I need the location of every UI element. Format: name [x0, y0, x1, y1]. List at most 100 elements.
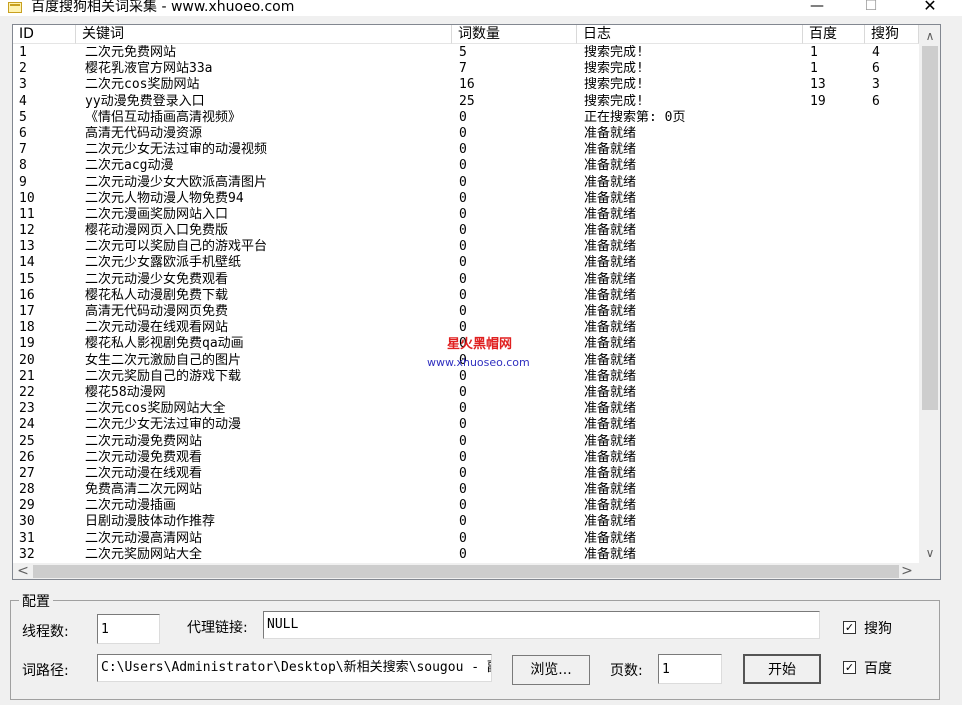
cell-keyword: 《情侣互动插画高清视频》	[85, 109, 242, 125]
cell-keyword: 二次元动漫高清网站	[85, 530, 203, 546]
cell-id: 11	[19, 206, 35, 222]
cell-baidu	[810, 126, 866, 142]
cell-id: 8	[19, 158, 27, 174]
table-row[interactable]: 4 yy动漫免费登录入口 25 搜索完成! 19 6	[13, 94, 919, 110]
column-header-id[interactable]: ID	[13, 25, 76, 44]
close-button[interactable]: ✕	[910, 0, 950, 16]
table-row[interactable]: 3 二次元cos奖励网站 16 搜索完成! 13 3	[13, 77, 919, 93]
table-row[interactable]: 16 樱花私人动漫剧免费下载 0 准备就绪	[13, 288, 919, 304]
table-row[interactable]: 21 二次元奖励自己的游戏下载 0 准备就绪	[13, 369, 919, 385]
list-rows: 1 二次元免费网站 5 搜索完成! 1 4 2 樱花乳液官方网站33a 7 搜索完成! 1 6 3 二次元…	[13, 45, 919, 563]
column-header-count[interactable]: 词数量	[452, 25, 577, 44]
cell-keyword: 樱花乳液官方网站33a	[85, 61, 213, 77]
cell-keyword: 高清无代码动漫资源	[85, 125, 203, 141]
cell-count: 0	[459, 465, 467, 481]
cell-count: 0	[459, 514, 467, 530]
cell-sogou: 6	[872, 93, 880, 109]
scroll-left-icon[interactable]: <	[13, 563, 33, 579]
cell-log: 准备就绪	[584, 482, 637, 498]
browse-button[interactable]: 浏览...	[512, 655, 590, 685]
table-row[interactable]: 25 二次元动漫免费网站 0 准备就绪	[13, 434, 919, 450]
cell-count: 0	[459, 368, 467, 384]
table-row[interactable]: 23 二次元cos奖励网站大全 0 准备就绪	[13, 401, 919, 417]
sogou-checkbox[interactable]: ✓	[843, 621, 856, 634]
vertical-scrollbar[interactable]: ∧ ∨	[919, 25, 940, 563]
vertical-scroll-thumb[interactable]	[922, 46, 938, 410]
table-row[interactable]: 2 樱花乳液官方网站33a 7 搜索完成! 1 6	[13, 61, 919, 77]
cell-log: 准备就绪	[584, 514, 637, 530]
sogou-label: 搜狗	[864, 621, 892, 637]
table-row[interactable]: 6 高清无代码动漫资源 0 准备就绪	[13, 126, 919, 142]
scroll-right-icon[interactable]: >	[897, 563, 917, 579]
cell-count: 0	[459, 530, 467, 546]
table-row[interactable]: 30 日剧动漫肢体动作推荐 0 准备就绪	[13, 514, 919, 530]
cell-log: 搜索完成!	[584, 93, 644, 109]
path-input[interactable]: C:\Users\Administrator\Desktop\新相关搜索\sou…	[97, 654, 492, 682]
cell-id: 14	[19, 255, 35, 271]
pages-input[interactable]: 1	[658, 654, 722, 684]
cell-baidu	[810, 466, 866, 482]
table-row[interactable]: 24 二次元少女无法过审的动漫 0 准备就绪	[13, 417, 919, 433]
cell-id: 30	[19, 514, 35, 530]
table-row[interactable]: 11 二次元漫画奖励网站入口 0 准备就绪	[13, 207, 919, 223]
cell-baidu	[810, 401, 866, 417]
cell-id: 1	[19, 45, 27, 60]
table-row[interactable]: 8 二次元acg动漫 0 准备就绪	[13, 158, 919, 174]
table-row[interactable]: 9 二次元动漫少女大欧派高清图片 0 准备就绪	[13, 175, 919, 191]
cell-baidu	[810, 482, 866, 498]
cell-baidu	[810, 320, 866, 336]
list-header: ID 关键词 词数量 日志 百度 搜狗	[13, 25, 919, 44]
proxy-input[interactable]: NULL	[263, 611, 820, 639]
cell-keyword: 樱花私人动漫剧免费下载	[85, 287, 229, 303]
table-row[interactable]: 15 二次元动漫少女免费观看 0 准备就绪	[13, 272, 919, 288]
horizontal-scroll-thumb[interactable]	[33, 565, 899, 578]
cell-log: 准备就绪	[584, 239, 637, 255]
table-row[interactable]: 31 二次元动漫高清网站 0 准备就绪	[13, 531, 919, 547]
cell-id: 26	[19, 449, 35, 465]
horizontal-scrollbar[interactable]: < >	[13, 563, 940, 579]
cell-sogou	[872, 272, 918, 288]
table-row[interactable]: 5 《情侣互动插画高清视频》 0 正在搜索第: 0页	[13, 110, 919, 126]
table-row[interactable]: 27 二次元动漫在线观看 0 准备就绪	[13, 466, 919, 482]
table-row[interactable]: 29 二次元动漫插画 0 准备就绪	[13, 498, 919, 514]
cell-log: 准备就绪	[584, 206, 637, 222]
cell-id: 18	[19, 320, 35, 336]
column-header-sogou[interactable]: 搜狗	[865, 25, 919, 44]
scroll-down-icon[interactable]: ∨	[919, 543, 940, 563]
cell-sogou	[872, 514, 918, 530]
minimize-button[interactable]: —	[797, 0, 837, 16]
cell-log: 搜索完成!	[584, 61, 644, 77]
table-row[interactable]: 32 二次元奖励网站大全 0 准备就绪	[13, 547, 919, 563]
cell-sogou	[872, 191, 918, 207]
table-row[interactable]: 26 二次元动漫免费观看 0 准备就绪	[13, 450, 919, 466]
column-header-log[interactable]: 日志	[577, 25, 803, 44]
cell-log: 准备就绪	[584, 174, 637, 190]
cell-keyword: 二次元免费网站	[85, 45, 177, 60]
maximize-button[interactable]: ☐	[851, 0, 891, 16]
column-header-keyword[interactable]: 关键词	[76, 25, 452, 44]
table-row[interactable]: 28 免费高清二次元网站 0 准备就绪	[13, 482, 919, 498]
cell-baidu	[810, 385, 866, 401]
table-row[interactable]: 12 樱花动漫网页入口免费版 0 准备就绪	[13, 223, 919, 239]
title-bar: 百度搜狗相关词采集 - www.xhuoeo.com — ☐ ✕	[0, 0, 962, 16]
table-row[interactable]: 22 樱花58动漫网 0 准备就绪	[13, 385, 919, 401]
cell-log: 准备就绪	[584, 320, 637, 336]
cell-keyword: 二次元acg动漫	[85, 158, 174, 174]
cell-baidu: 19	[810, 93, 826, 109]
column-header-baidu[interactable]: 百度	[803, 25, 865, 44]
cell-id: 22	[19, 384, 35, 400]
table-row[interactable]: 10 二次元人物动漫人物免费94 0 准备就绪	[13, 191, 919, 207]
baidu-checkbox[interactable]: ✓	[843, 661, 856, 674]
keyword-list[interactable]: ID 关键词 词数量 日志 百度 搜狗 1 二次元免费网站 5 搜索完成! 1 4 2 樱花乳…	[12, 24, 941, 580]
table-row[interactable]: 1 二次元免费网站 5 搜索完成! 1 4	[13, 45, 919, 61]
cell-id: 9	[19, 174, 27, 190]
table-row[interactable]: 14 二次元少女露欧派手机壁纸 0 准备就绪	[13, 255, 919, 271]
start-button[interactable]: 开始	[743, 654, 821, 684]
cell-baidu	[810, 434, 866, 450]
table-row[interactable]: 13 二次元可以奖励自己的游戏平台 0 准备就绪	[13, 239, 919, 255]
table-row[interactable]: 7 二次元少女无法过审的动漫视频 0 准备就绪	[13, 142, 919, 158]
proxy-label: 代理链接:	[187, 620, 248, 636]
table-row[interactable]: 17 高清无代码动漫网页免费 0 准备就绪	[13, 304, 919, 320]
scroll-up-icon[interactable]: ∧	[919, 25, 940, 45]
threads-input[interactable]: 1	[97, 614, 160, 644]
